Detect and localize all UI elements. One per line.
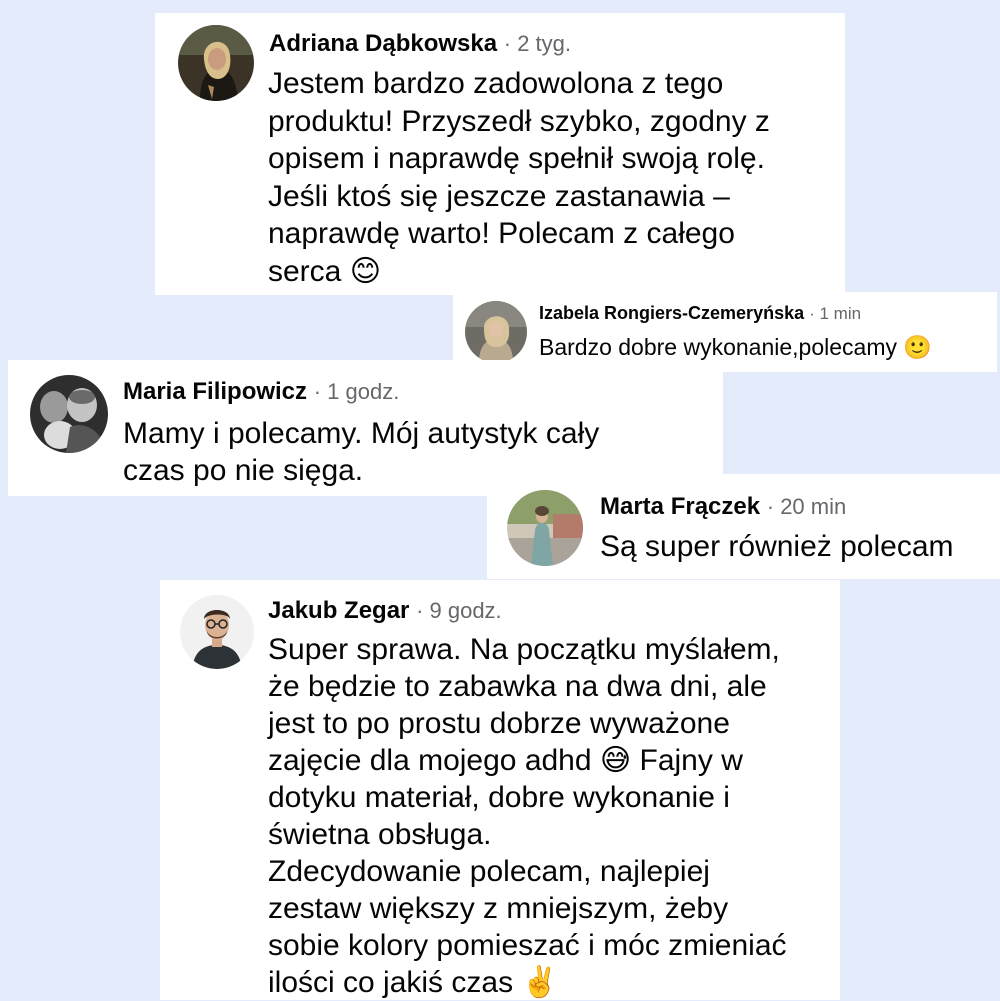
- comment-card: Marta Frączek · 20 min Są super również …: [487, 474, 1000, 579]
- woman-portrait-avatar: [465, 301, 527, 363]
- author-name[interactable]: Adriana Dąbkowska: [269, 30, 497, 57]
- author-name[interactable]: Izabela Rongiers-Czemeryńska: [539, 303, 804, 323]
- avatar[interactable]: [507, 490, 583, 566]
- avatar[interactable]: [178, 25, 254, 101]
- comment-header: Adriana Dąbkowska · 2 tyg.: [269, 30, 571, 58]
- comment-text: Super sprawa. Na początku myślałem, że b…: [268, 633, 787, 999]
- timestamp[interactable]: · 1 godz.: [314, 379, 400, 404]
- comment-header: Jakub Zegar · 9 godz.: [268, 597, 502, 625]
- comment-card: Jakub Zegar · 9 godz. Super sprawa. Na p…: [160, 580, 840, 1000]
- comment-card: Adriana Dąbkowska · 2 tyg. Jestem bardzo…: [155, 13, 845, 295]
- author-name[interactable]: Marta Frączek: [600, 493, 760, 520]
- avatar[interactable]: [180, 595, 254, 669]
- timestamp[interactable]: · 20 min: [767, 494, 846, 519]
- comment-text: Są super również polecam: [600, 530, 954, 563]
- family-photo-avatar: [30, 375, 108, 453]
- woman-portrait-avatar: [178, 25, 254, 101]
- outdoor-photo-avatar: [507, 490, 583, 566]
- avatar[interactable]: [30, 375, 108, 453]
- author-name[interactable]: Jakub Zegar: [268, 597, 409, 624]
- man-glasses-avatar: [180, 595, 254, 669]
- comment-text: Bardzo dobre wykonanie,polecamy 🙂: [539, 334, 933, 360]
- timestamp[interactable]: · 1 min: [809, 304, 861, 323]
- author-name[interactable]: Maria Filipowicz: [123, 378, 307, 405]
- comment-header: Izabela Rongiers-Czemeryńska · 1 min: [539, 303, 861, 324]
- timestamp[interactable]: · 9 godz.: [416, 598, 502, 623]
- comment-text: Jestem bardzo zadowolona z tego produktu…: [268, 67, 770, 288]
- avatar[interactable]: [465, 301, 527, 363]
- comment-header: Marta Frączek · 20 min: [600, 493, 846, 521]
- comment-header: Maria Filipowicz · 1 godz.: [123, 378, 399, 406]
- timestamp[interactable]: · 2 tyg.: [504, 31, 571, 56]
